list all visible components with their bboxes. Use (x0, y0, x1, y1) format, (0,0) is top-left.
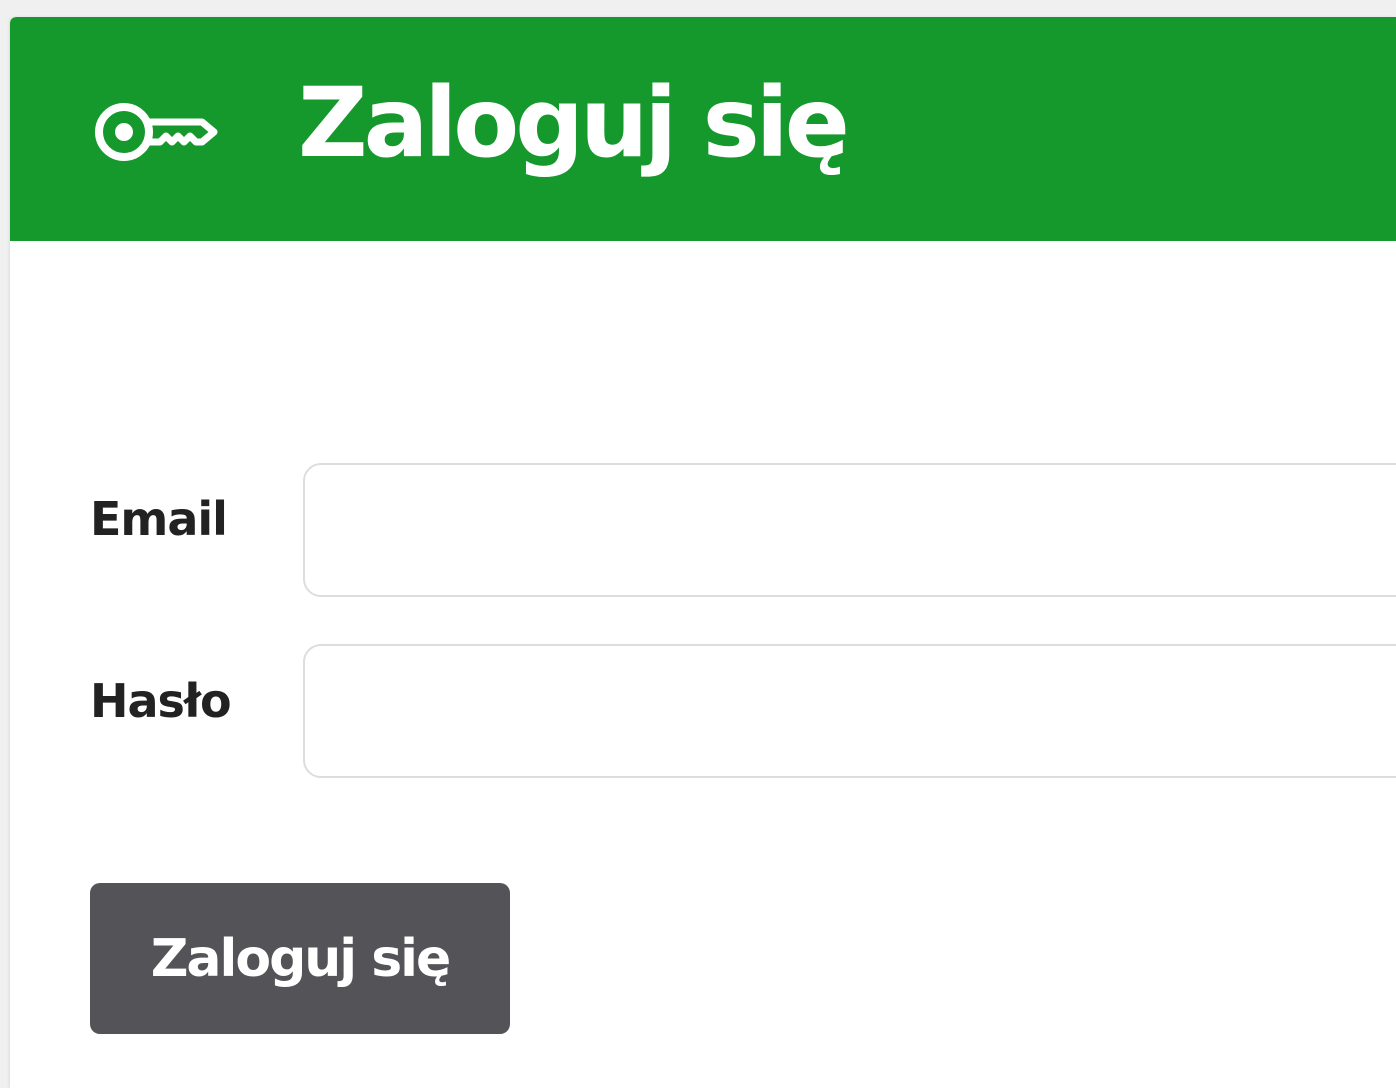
email-field[interactable] (303, 463, 1396, 597)
login-card: Zaloguj się Email Hasło Zaloguj się (10, 17, 1396, 1088)
page-title: Zaloguj się (298, 67, 850, 179)
email-label: Email (90, 492, 228, 546)
key-icon (94, 97, 218, 167)
login-header: Zaloguj się (10, 17, 1396, 241)
password-field[interactable] (303, 644, 1396, 778)
login-button[interactable]: Zaloguj się (90, 883, 510, 1034)
password-label: Hasło (90, 674, 232, 728)
